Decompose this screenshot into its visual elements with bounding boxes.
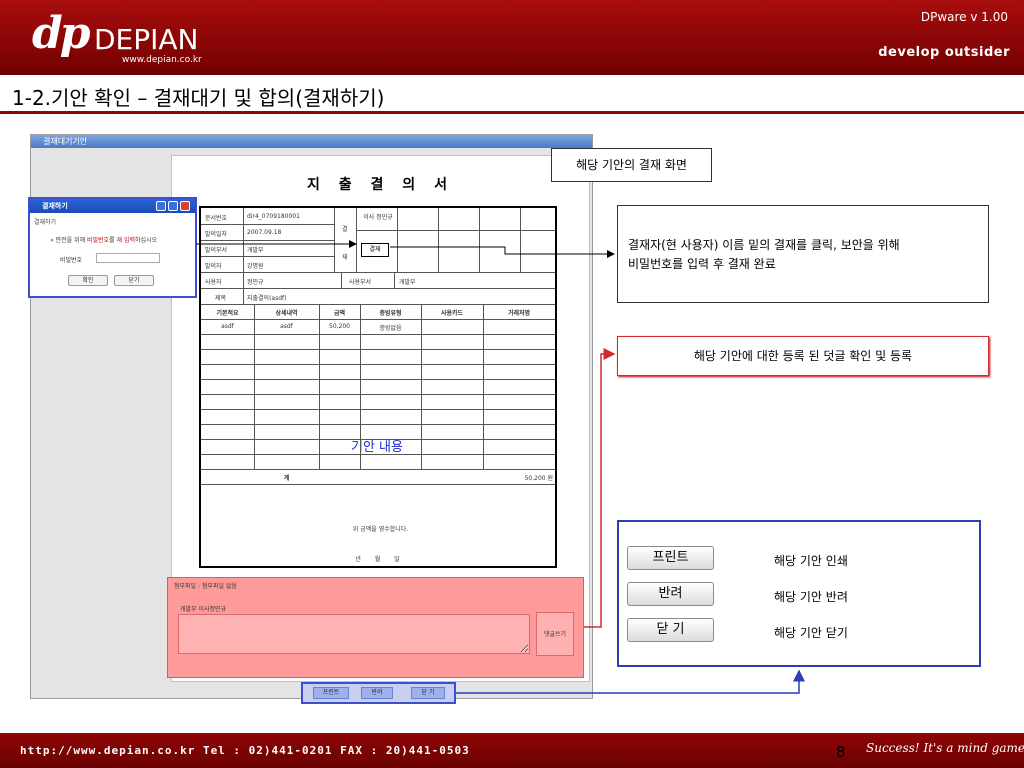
legend-print-desc: 해당 기안 인쇄 — [774, 554, 848, 568]
legend-close-button[interactable]: 닫 기 — [627, 618, 714, 642]
page-number: 8 — [836, 743, 846, 761]
legend-reject-button[interactable]: 반려 — [627, 582, 714, 606]
footer-slogan: Success! It's a mind game! — [866, 741, 1024, 755]
callout-buttons-legend: 프린트 해당 기안 인쇄 반려 해당 기안 반려 닫 기 해당 기안 닫기 — [617, 520, 981, 667]
callout-approval-screen: 해당 기안의 결재 화면 — [551, 148, 712, 182]
callout-comment: 해당 기안에 대한 등록 된 덧글 확인 및 등록 — [617, 336, 989, 376]
legend-print-button[interactable]: 프린트 — [627, 546, 714, 570]
legend-reject-desc: 해당 기안 반려 — [774, 590, 848, 604]
footer-contact: http://www.depian.co.kr Tel : 02)441-020… — [20, 744, 470, 757]
legend-close-desc: 해당 기안 닫기 — [774, 626, 848, 640]
footer-bar: http://www.depian.co.kr Tel : 02)441-020… — [0, 733, 1024, 768]
callout-approver-instruction: 결재자(현 사용자) 이름 밑의 결재를 클릭, 보안을 위해 비밀번호를 입력… — [617, 205, 989, 303]
callout-approver-line2: 비밀번호를 입력 후 결재 완료 — [628, 257, 776, 271]
callout-approver-line1: 결재자(현 사용자) 이름 밑의 결재를 클릭, 보안을 위해 — [628, 238, 900, 252]
